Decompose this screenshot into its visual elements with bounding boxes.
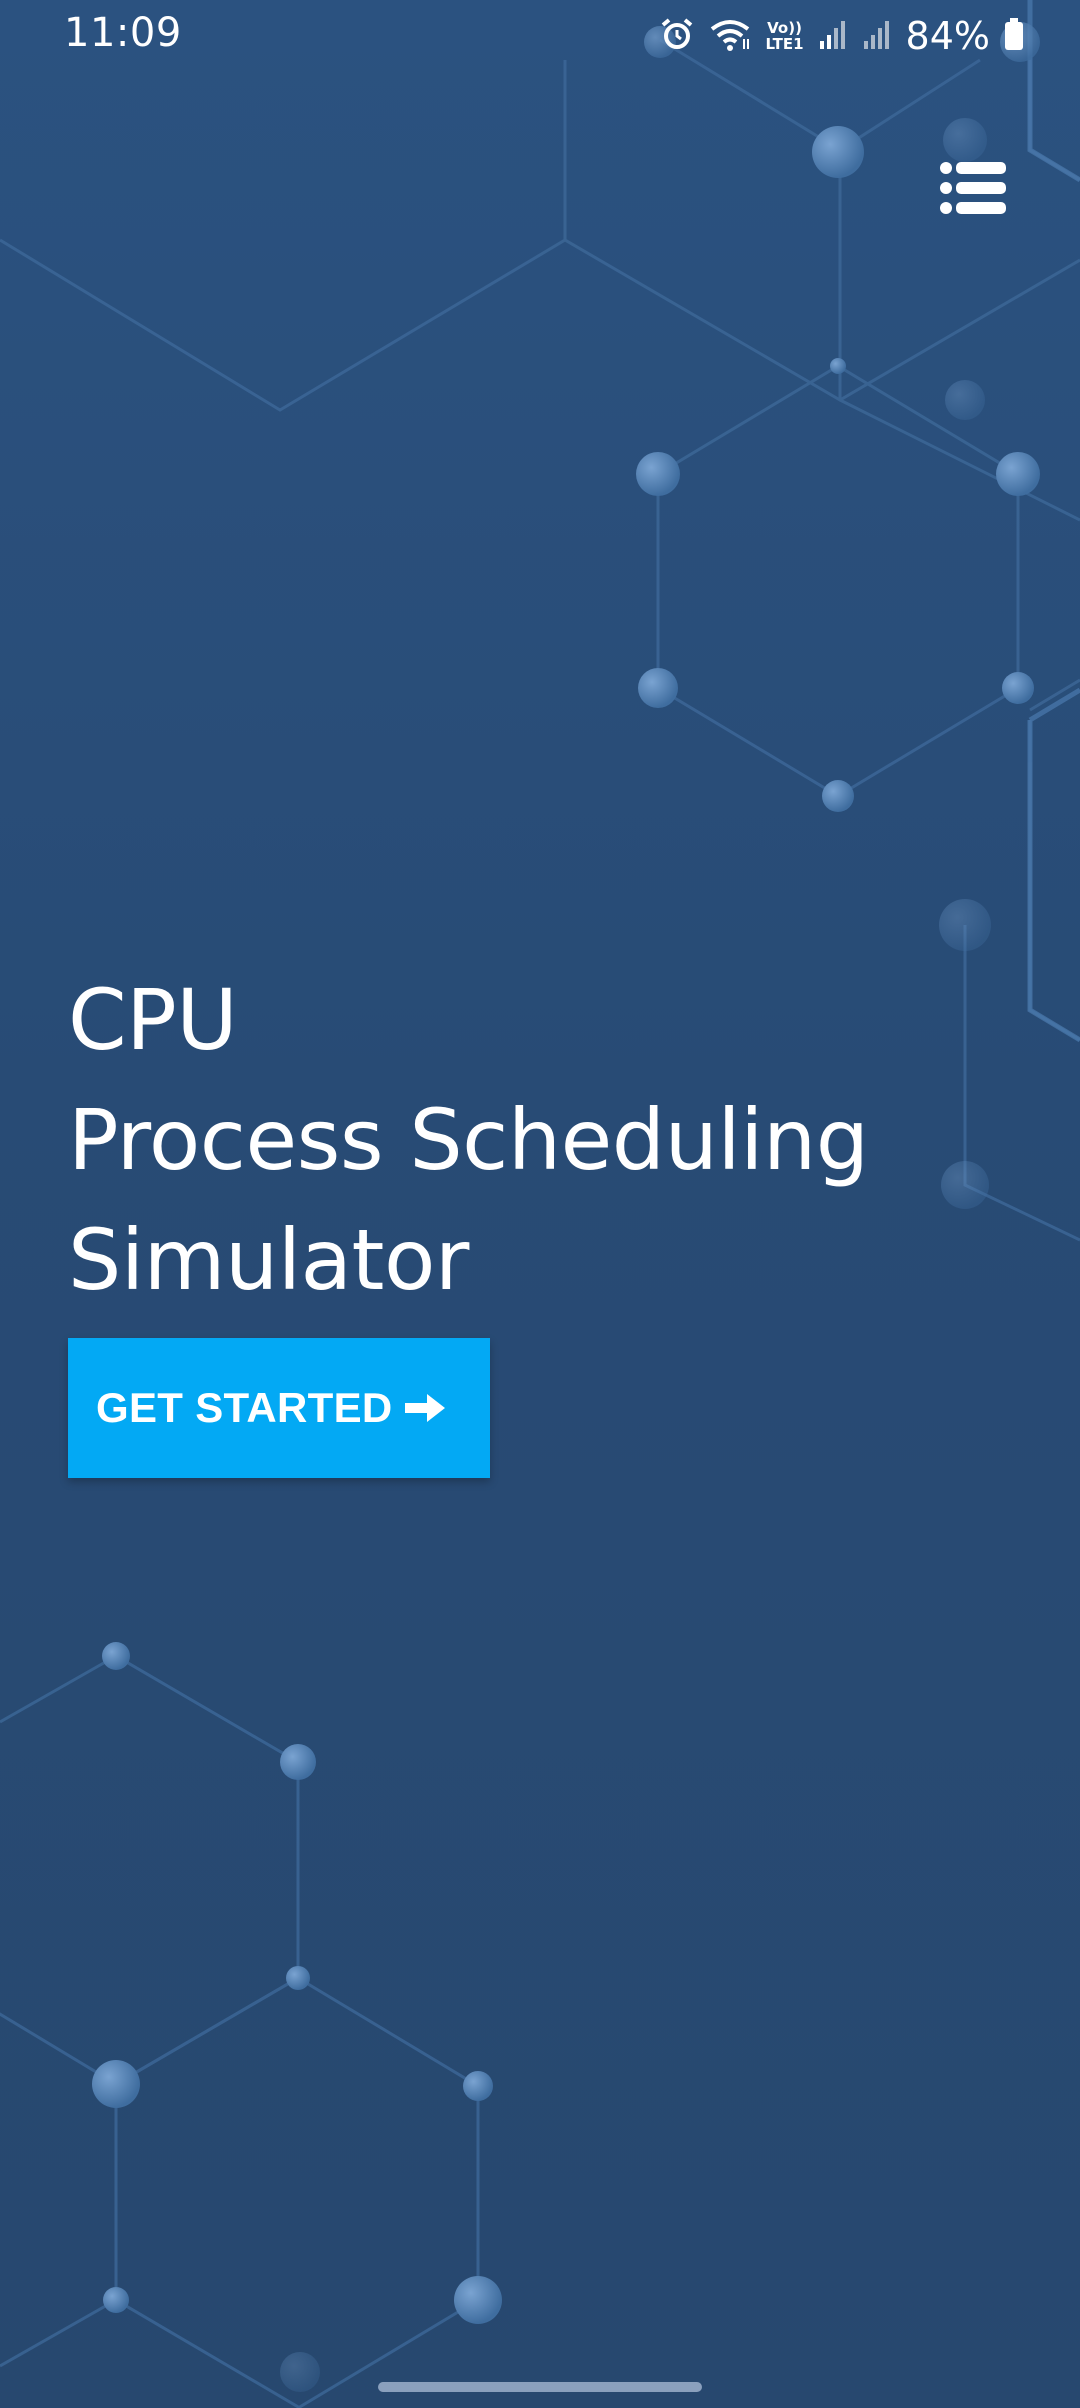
status-time: 11:09	[64, 10, 182, 56]
hero-title: CPU Process Scheduling Simulator	[68, 960, 1028, 1320]
battery-icon	[1004, 17, 1024, 55]
wifi-icon	[708, 17, 752, 55]
network-lte-label: LTE1	[765, 35, 804, 53]
network-volte-label: Vo))	[767, 19, 802, 37]
hero-title-line-1: CPU	[68, 971, 238, 1069]
list-menu-icon	[940, 162, 1006, 214]
hero-title-line-3: Simulator	[68, 1211, 469, 1309]
status-icons: Vo)) LTE1 84%	[660, 12, 1024, 60]
battery-percent: 84%	[905, 14, 990, 58]
menu-button[interactable]	[940, 160, 1006, 216]
status-bar: 11:09 Vo)) LTE1 84%	[0, 0, 1080, 72]
hero-title-line-2: Process Scheduling	[68, 1091, 869, 1189]
get-started-label: GET STARTED	[96, 1384, 393, 1431]
alarm-icon	[660, 17, 694, 55]
signal-icon	[862, 17, 892, 55]
get-started-button[interactable]: GET STARTED	[68, 1338, 490, 1478]
arrow-right-icon	[404, 1393, 447, 1423]
signal-icon	[818, 17, 848, 55]
home-indicator[interactable]	[378, 2382, 702, 2392]
network-type-icon: Vo)) LTE1	[766, 20, 804, 52]
